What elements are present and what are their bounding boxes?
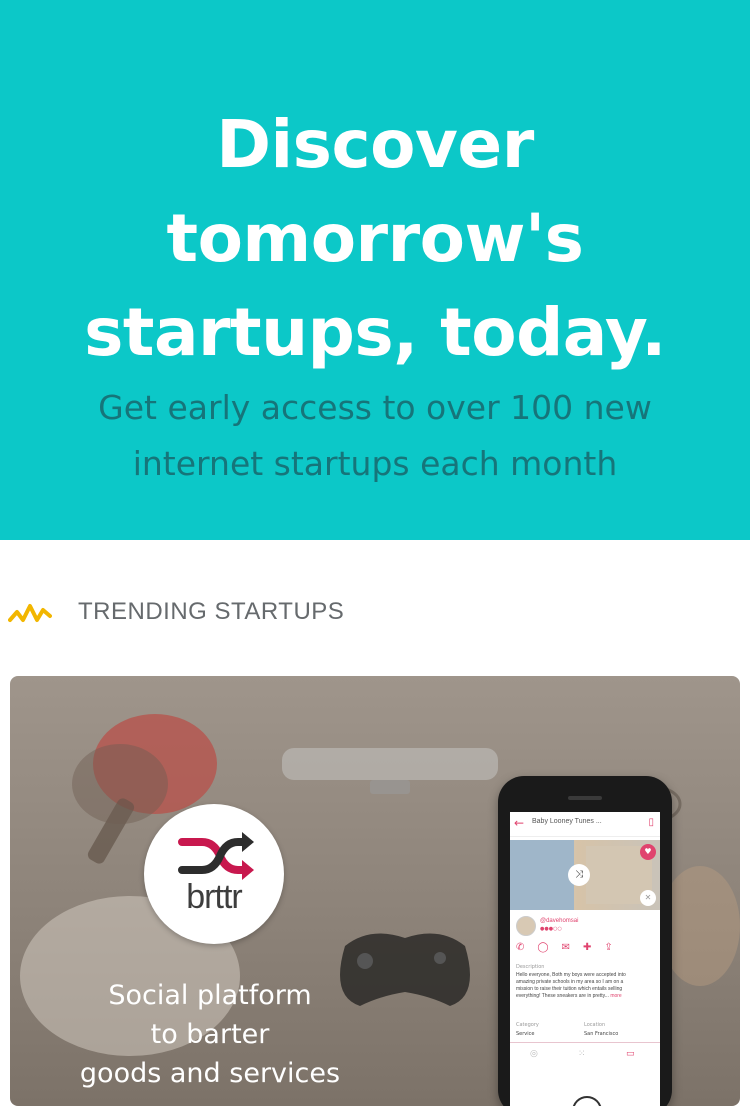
- item-photo: ⤨ ♥ ✕: [510, 840, 660, 910]
- description-text: Hello everyone, Both my boys were accept…: [516, 972, 636, 1000]
- tagline-line: goods and services: [79, 1058, 341, 1089]
- app-tab-bar: ◎ ⁙ ▭: [510, 1046, 660, 1066]
- category-label: Category: [516, 1022, 539, 1028]
- back-arrow-icon: ←: [514, 816, 525, 830]
- item-photo-left: [510, 840, 574, 910]
- avatar: [516, 916, 536, 936]
- tagline-line: to barter: [150, 1019, 270, 1050]
- phone-screen: ← Baby Looney Tunes ... ▯ ⤨ ♥ ✕ @davehom…: [510, 812, 660, 1106]
- section-title: TRENDING STARTUPS: [78, 598, 345, 625]
- hero-subtitle: Get early access to over 100 new interne…: [30, 380, 720, 492]
- category-value: Service: [516, 1031, 535, 1037]
- chat-icon: ◯: [537, 942, 562, 953]
- close-icon: ✕: [640, 890, 656, 906]
- hero-subtitle-line: internet startups each month: [132, 444, 618, 483]
- phone-speaker: [568, 796, 602, 800]
- share-icon: ⇪: [604, 942, 626, 953]
- brttr-logo: brttr: [144, 804, 284, 944]
- hero-title-line: startups, today.: [84, 294, 666, 371]
- startup-card[interactable]: brttr Social platform to barter goods an…: [10, 676, 740, 1106]
- hero-title-line: tomorrow's: [166, 200, 584, 277]
- more-link: more: [610, 993, 622, 999]
- hero-title: Discover tomorrow's startups, today.: [30, 98, 720, 380]
- location-label: Location: [584, 1022, 606, 1028]
- brttr-logo-text: brttr: [186, 878, 242, 916]
- app-header: ← Baby Looney Tunes ... ▯: [510, 812, 660, 837]
- hero-subtitle-line: Get early access to over 100 new: [98, 388, 652, 427]
- hero-title-line: Discover: [216, 106, 534, 183]
- bookmark-icon: ▯: [648, 817, 654, 828]
- meta-values: Service San Francisco: [516, 1031, 656, 1037]
- gift-icon: ✚: [582, 942, 605, 953]
- location-value: San Francisco: [584, 1031, 619, 1037]
- startup-tagline: Social platform to barter goods and serv…: [60, 976, 360, 1093]
- profile-tab-icon: ◎: [530, 1049, 538, 1059]
- grid-tab-icon: ⁙: [578, 1049, 586, 1059]
- phone-icon: ✆: [516, 942, 538, 953]
- hero-banner: Discover tomorrow's startups, today. Get…: [0, 0, 750, 540]
- trending-section-header: TRENDING STARTUPS: [0, 590, 750, 640]
- username: @davehomsai: [540, 918, 579, 924]
- app-item-title: Baby Looney Tunes ...: [532, 818, 602, 825]
- description-label: Description: [516, 964, 545, 970]
- action-icons-row: ✆◯✉✚⇪: [516, 942, 656, 956]
- mail-icon: ✉: [561, 942, 583, 953]
- tagline-line: Social platform: [108, 980, 312, 1011]
- trending-zigzag-icon: [8, 604, 52, 622]
- tabbar-divider: [510, 1042, 660, 1043]
- rating-stars: ●●●○○: [540, 926, 562, 932]
- meta-labels: Category Location: [516, 1022, 656, 1028]
- phone-mockup: ← Baby Looney Tunes ... ▯ ⤨ ♥ ✕ @davehom…: [498, 776, 672, 1106]
- like-icon: ♥: [640, 844, 656, 860]
- inbox-tab-icon: ▭: [626, 1049, 635, 1059]
- swap-icon: ⤨: [568, 864, 590, 886]
